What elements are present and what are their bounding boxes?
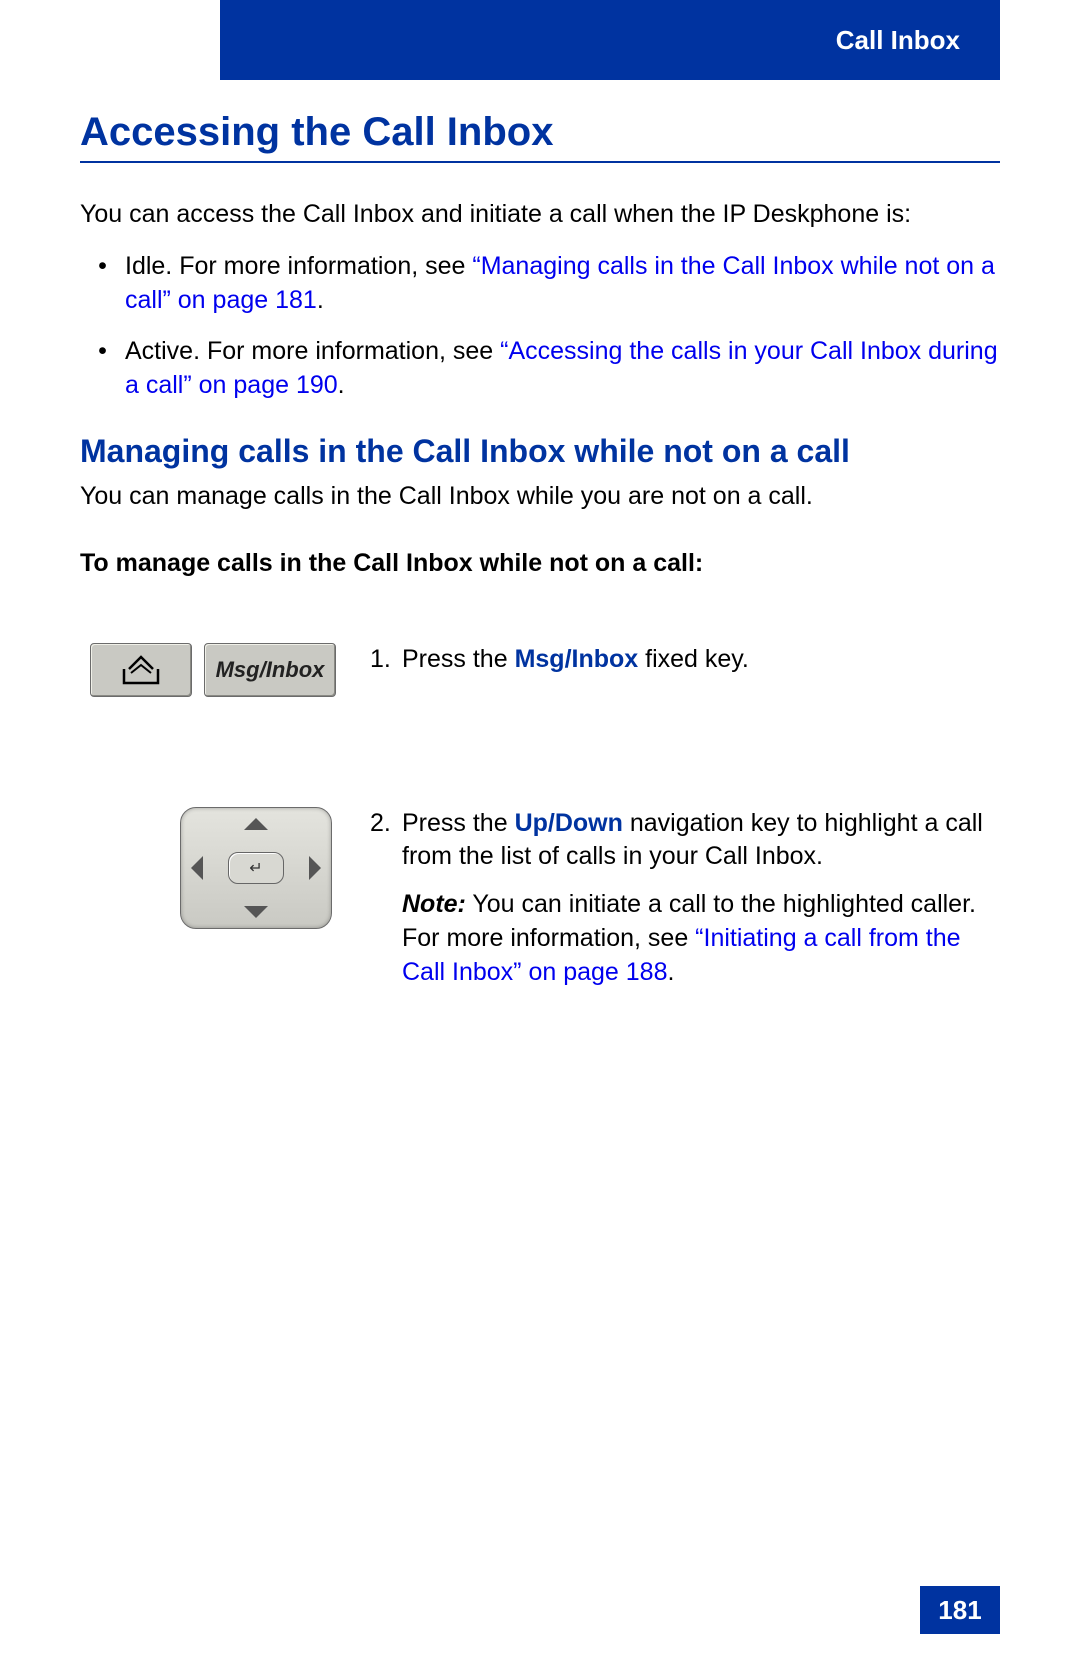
inbox-glyph-icon — [120, 653, 162, 687]
step-post: fixed key. — [638, 645, 749, 673]
bullet-tail: . — [338, 371, 345, 399]
section-intro: You can manage calls in the Call Inbox w… — [80, 480, 1000, 514]
intro-paragraph: You can access the Call Inbox and initia… — [80, 198, 1000, 232]
note-label: Note: — [402, 890, 466, 918]
bullet-lead: Active. For more information, see — [125, 337, 500, 365]
page-content: Accessing the Call Inbox You can access … — [80, 110, 1000, 1099]
step-2: ↵ 2. Press the Up/Down navigation key to… — [80, 807, 1000, 990]
step-2-body: 2. Press the Up/Down navigation key to h… — [370, 807, 1000, 990]
nav-left-icon — [191, 856, 203, 880]
step-1-icons: Msg/Inbox — [80, 643, 370, 697]
step-pre: Press the — [402, 645, 515, 673]
page-number: 181 — [920, 1586, 1000, 1634]
step-number: 2. — [370, 807, 402, 990]
step-2-note: Note: You can initiate a call to the hig… — [402, 888, 1000, 989]
page-title: Accessing the Call Inbox — [80, 110, 1000, 163]
step-number: 1. — [370, 643, 402, 697]
nav-enter-icon: ↵ — [228, 852, 284, 884]
step-1: Msg/Inbox 1. Press the Msg/Inbox fixed k… — [80, 643, 1000, 697]
nav-right-icon — [309, 856, 321, 880]
step-1-body: 1. Press the Msg/Inbox fixed key. — [370, 643, 1000, 697]
bullet-list: • Idle. For more information, see “Manag… — [80, 250, 1000, 403]
bullet-item: • Idle. For more information, see “Manag… — [80, 250, 1000, 318]
step-pre: Press the — [402, 809, 515, 837]
navigation-pad-icon: ↵ — [180, 807, 332, 929]
step-2-icons: ↵ — [80, 807, 370, 990]
header-bar: Call Inbox — [220, 0, 1000, 80]
bullet-marker: • — [80, 335, 125, 403]
bullet-tail: . — [317, 286, 324, 314]
nav-down-icon — [244, 906, 268, 918]
msg-inbox-key-icon — [90, 643, 192, 697]
key-name: Msg/Inbox — [515, 645, 639, 673]
procedure-title: To manage calls in the Call Inbox while … — [80, 549, 1000, 578]
section-heading: Managing calls in the Call Inbox while n… — [80, 433, 1000, 470]
step-2-main: Press the Up/Down navigation key to high… — [402, 807, 1000, 875]
bullet-marker: • — [80, 250, 125, 318]
bullet-text: Idle. For more information, see “Managin… — [125, 250, 1000, 318]
bullet-text: Active. For more information, see “Acces… — [125, 335, 1000, 403]
step-text: Press the Up/Down navigation key to high… — [402, 807, 1000, 990]
bullet-lead: Idle. For more information, see — [125, 252, 472, 280]
key-name: Up/Down — [515, 809, 623, 837]
page-number-value: 181 — [938, 1595, 981, 1626]
msg-inbox-key-label: Msg/Inbox — [204, 643, 336, 697]
header-section-label: Call Inbox — [836, 25, 960, 56]
nav-up-icon — [244, 818, 268, 830]
procedure-steps: Msg/Inbox 1. Press the Msg/Inbox fixed k… — [80, 643, 1000, 990]
note-tail: . — [667, 958, 674, 986]
bullet-item: • Active. For more information, see “Acc… — [80, 335, 1000, 403]
step-text: Press the Msg/Inbox fixed key. — [402, 643, 1000, 697]
